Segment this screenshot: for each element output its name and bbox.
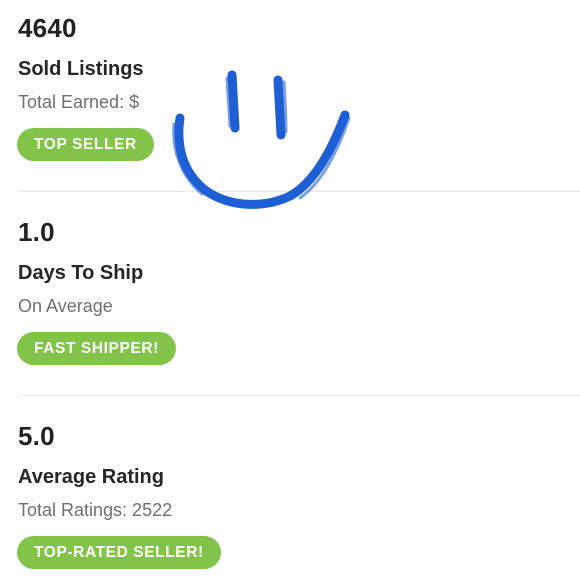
smiley-mouth (174, 110, 350, 209)
top-rated-seller-badge: TOP-RATED SELLER! (17, 536, 221, 569)
stat-label: Average Rating (18, 466, 164, 488)
fast-shipper-badge: FAST SHIPPER! (17, 332, 176, 365)
smiley-right-eye (273, 75, 286, 140)
stat-subtext: Total Earned: $ (18, 92, 140, 112)
stat-subtext: On Average (18, 296, 113, 316)
stat-subtext: Total Ratings: 2522 (18, 500, 173, 520)
stat-label: Days To Ship (18, 262, 144, 284)
smiley-left-eye (227, 70, 240, 133)
stat-label: Sold Listings (18, 58, 144, 80)
stat-value: 1.0 (18, 217, 55, 247)
divider (18, 395, 580, 396)
stat-value: 4640 (18, 13, 77, 43)
stat-value: 5.0 (18, 421, 55, 451)
smiley-face-icon (172, 70, 351, 209)
top-seller-badge: TOP SELLER (17, 128, 154, 161)
